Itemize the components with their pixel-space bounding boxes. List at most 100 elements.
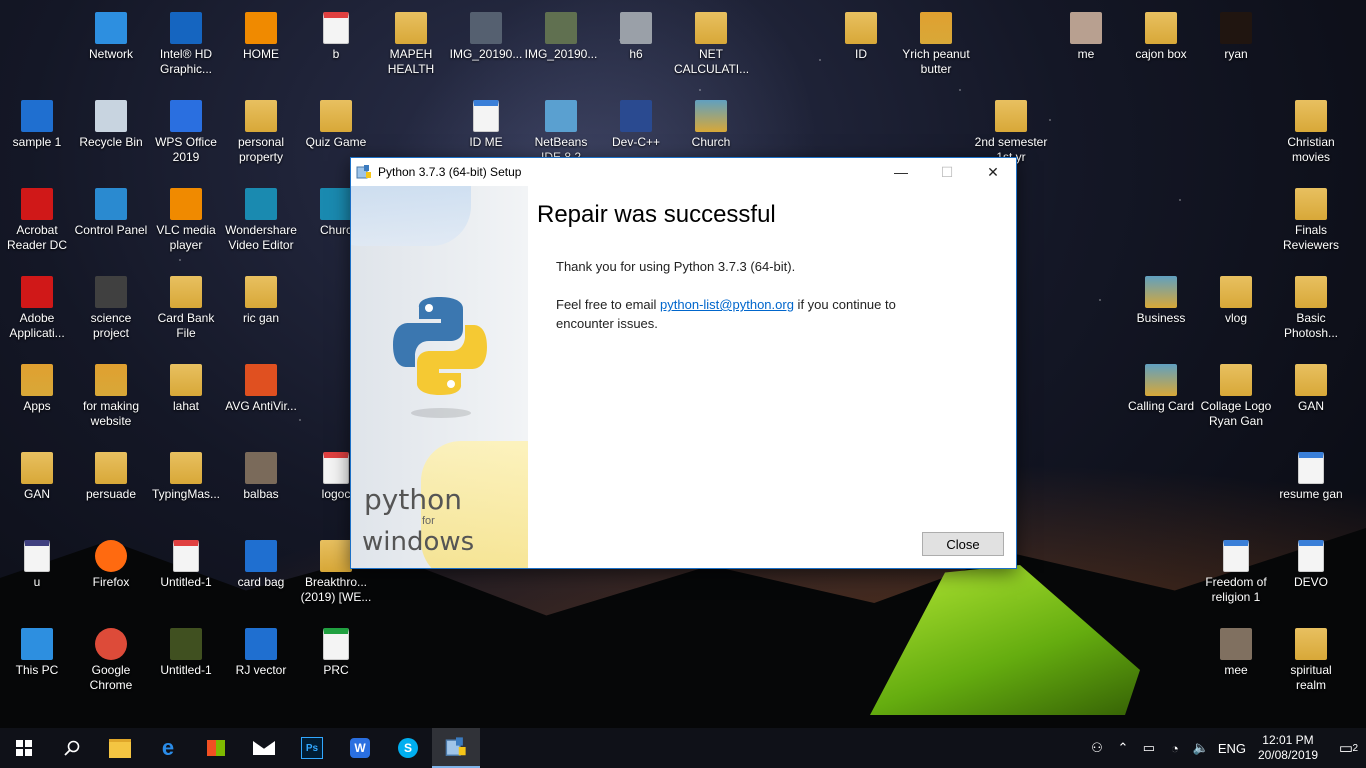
desktop-icon[interactable]: spiritual realm xyxy=(1274,628,1348,693)
desktop-icon[interactable]: lahat xyxy=(149,364,223,414)
desktop-icon[interactable]: Untitled-1 xyxy=(149,540,223,590)
volume-icon[interactable]: 🔈 xyxy=(1188,740,1214,756)
folder-icon xyxy=(695,12,727,44)
search-button[interactable] xyxy=(48,728,96,768)
desktop-icon[interactable]: Collage Logo Ryan Gan xyxy=(1199,364,1273,429)
desktop-icon-label: vlog xyxy=(1224,311,1247,325)
desktop-icon[interactable]: ID ME xyxy=(449,100,523,150)
desktop-icon[interactable]: TypingMas... xyxy=(149,452,223,502)
close-button[interactable]: Close xyxy=(922,532,1004,556)
taskbar-edge[interactable]: e xyxy=(144,728,192,768)
desktop-icon[interactable]: Card Bank File xyxy=(149,276,223,341)
minimize-button[interactable]: — xyxy=(878,158,924,186)
clock[interactable]: 12:01 PM 20/08/2019 xyxy=(1250,733,1326,763)
desktop-icon[interactable]: resume gan xyxy=(1274,452,1348,502)
email-link[interactable]: python-list@python.org xyxy=(660,297,794,312)
taskbar-mail[interactable] xyxy=(240,728,288,768)
taskbar-python-setup[interactable] xyxy=(432,728,480,768)
taskbar-file-explorer[interactable] xyxy=(96,728,144,768)
desktop-icon[interactable]: Yrich peanut butter xyxy=(899,12,973,77)
desktop-icon[interactable]: Google Chrome xyxy=(74,628,148,693)
desktop-icon[interactable]: HOME xyxy=(224,12,298,62)
desktop-icon[interactable]: ID xyxy=(824,12,898,62)
desktop-icon[interactable]: VLC media player xyxy=(149,188,223,253)
desktop-icon[interactable]: u xyxy=(0,540,74,590)
desktop-icon[interactable]: 2nd semester 1st yr xyxy=(974,100,1048,165)
dialog-titlebar[interactable]: Python 3.7.3 (64-bit) Setup — ☐ ✕ xyxy=(351,158,1016,186)
desktop-icon[interactable]: me xyxy=(1049,12,1123,62)
close-window-button[interactable]: ✕ xyxy=(970,158,1016,186)
desktop-icon[interactable]: Apps xyxy=(0,364,74,414)
desktop-icon[interactable]: persuade xyxy=(74,452,148,502)
desktop-icon-label: Business xyxy=(1136,311,1186,325)
desktop-icon[interactable]: Control Panel xyxy=(74,188,148,238)
desktop-icon[interactable]: Basic Photosh... xyxy=(1274,276,1348,341)
folder-icon xyxy=(1295,364,1327,396)
start-button[interactable] xyxy=(0,728,48,768)
desktop-icon[interactable]: Network xyxy=(74,12,148,62)
desktop-icon[interactable]: Freedom of religion 1 xyxy=(1199,540,1273,605)
desktop-icon[interactable]: Dev-C++ xyxy=(599,100,673,150)
desktop-icon[interactable]: Untitled-1 xyxy=(149,628,223,678)
chevron-up-icon[interactable]: ⌃ xyxy=(1110,740,1136,756)
desktop-icon[interactable]: vlog xyxy=(1199,276,1273,326)
desktop-icon-label: DEVO xyxy=(1293,575,1328,589)
desktop-icon[interactable]: ric gan xyxy=(224,276,298,326)
desktop-icon[interactable]: This PC xyxy=(0,628,74,678)
desktop-icon[interactable]: mee xyxy=(1199,628,1273,678)
notification-icon[interactable]: ▭ 2 xyxy=(1326,739,1366,757)
desktop-icon[interactable]: DEVO xyxy=(1274,540,1348,590)
language-indicator[interactable]: ENG xyxy=(1214,741,1250,756)
desktop-icon[interactable]: GAN xyxy=(0,452,74,502)
desktop-icon[interactable]: Recycle Bin xyxy=(74,100,148,150)
desktop-icon-label: for making website xyxy=(82,399,140,428)
desktop-icon[interactable]: NetBeans IDE 8.2 xyxy=(524,100,598,165)
desktop-icon[interactable]: WPS Office 2019 xyxy=(149,100,223,165)
bin-icon xyxy=(95,100,127,132)
desktop-icon[interactable]: h6 xyxy=(599,12,673,62)
desktop-icon[interactable]: IMG_20190... xyxy=(524,12,598,62)
desktop-icon[interactable]: Intel® HD Graphic... xyxy=(149,12,223,77)
desktop-icon-label: Apps xyxy=(23,399,51,413)
desktop-icon[interactable]: PRC xyxy=(299,628,373,678)
taskbar-photoshop[interactable]: Ps xyxy=(288,728,336,768)
desktop-icon[interactable]: Quiz Game xyxy=(299,100,373,150)
taskbar-wps[interactable]: W xyxy=(336,728,384,768)
desktop-icon[interactable]: MAPEH HEALTH xyxy=(374,12,448,77)
taskbar-store[interactable] xyxy=(192,728,240,768)
folder-icon xyxy=(845,12,877,44)
desktop-icon[interactable]: Wondershare Video Editor xyxy=(224,188,298,253)
desktop-icon[interactable]: b xyxy=(299,12,373,62)
desktop-icon[interactable]: ryan xyxy=(1199,12,1273,62)
wifi-icon[interactable]: ◔ xyxy=(1162,741,1188,756)
desktop-icon[interactable]: balbas xyxy=(224,452,298,502)
desktop-icon[interactable]: IMG_20190... xyxy=(449,12,523,62)
desktop-icon[interactable]: Calling Card xyxy=(1124,364,1198,414)
desktop-icon[interactable]: Finals Reviewers xyxy=(1274,188,1348,253)
desktop-icon-label: lahat xyxy=(172,399,200,413)
desktop-icon[interactable]: RJ vector xyxy=(224,628,298,678)
desktop-icon[interactable]: NET CALCULATI... xyxy=(674,12,749,77)
desktop-icon[interactable]: science project xyxy=(74,276,148,341)
desktop-icon-label: IMG_20190... xyxy=(524,47,598,61)
desktop-icon[interactable]: cajon box xyxy=(1124,12,1198,62)
desktop-icon[interactable]: GAN xyxy=(1274,364,1348,414)
desktop-icon[interactable]: Christian movies xyxy=(1274,100,1348,165)
desktop-icon[interactable]: Adobe Applicati... xyxy=(0,276,74,341)
desktop-icon[interactable]: Business xyxy=(1124,276,1198,326)
folder-icon xyxy=(1295,276,1327,308)
desktop-icon[interactable]: Church xyxy=(674,100,748,150)
desktop-icon[interactable]: for making website xyxy=(74,364,148,429)
desktop-icon[interactable]: personal property xyxy=(224,100,298,165)
desktop-icon[interactable]: AVG AntiVir... xyxy=(224,364,298,414)
ps-icon xyxy=(21,100,53,132)
clock-date: 20/08/2019 xyxy=(1257,748,1318,762)
desktop-icon-label: Finals Reviewers xyxy=(1282,223,1339,252)
desktop-icon[interactable]: Firefox xyxy=(74,540,148,590)
taskbar-skype[interactable]: S xyxy=(384,728,432,768)
battery-icon[interactable]: ▭ xyxy=(1136,740,1162,756)
desktop-icon[interactable]: sample 1 xyxy=(0,100,74,150)
desktop-icon[interactable]: Acrobat Reader DC xyxy=(0,188,74,253)
desktop-icon[interactable]: card bag xyxy=(224,540,298,590)
people-icon[interactable]: ⚇ xyxy=(1084,740,1110,756)
